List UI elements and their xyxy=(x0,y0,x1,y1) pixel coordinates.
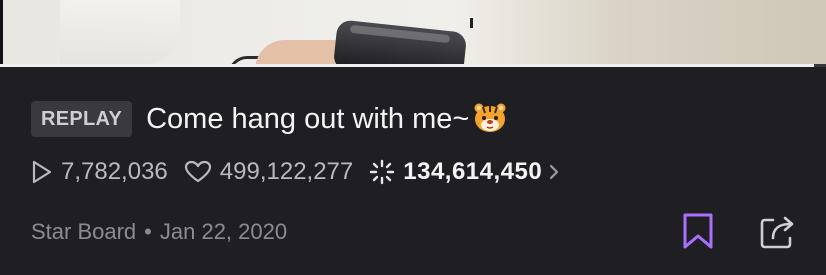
meta-separator: • xyxy=(144,219,152,244)
likes-stat: 499,122,277 xyxy=(184,158,353,186)
bookmark-icon[interactable] xyxy=(681,212,715,250)
video-content xyxy=(470,18,473,28)
tiger-face-icon xyxy=(474,103,506,132)
video-content xyxy=(60,0,180,66)
post-date: Jan 22, 2020 xyxy=(159,219,288,244)
share-icon[interactable] xyxy=(757,210,799,250)
video-progress-bar[interactable] xyxy=(0,64,826,67)
sparkles-stat[interactable]: 134,614,450 xyxy=(369,158,560,186)
video-player-frame[interactable] xyxy=(0,0,826,66)
plays-count: 7,782,036 xyxy=(61,158,168,185)
video-edge xyxy=(0,0,3,66)
plays-stat: 7,782,036 xyxy=(31,158,168,186)
likes-count: 499,122,277 xyxy=(219,158,354,185)
stream-title: Come hang out with me~ xyxy=(146,101,507,137)
video-progress-fill xyxy=(0,64,814,67)
heart-icon xyxy=(184,160,211,183)
title-row: REPLAY Come hang out with me~ xyxy=(31,101,507,137)
chevron-right-icon xyxy=(550,164,559,180)
play-icon xyxy=(32,160,52,184)
stats-row: 7,782,036 499,122,277 134,614,450 xyxy=(31,158,560,186)
sparkle-icon xyxy=(370,159,395,185)
board-name[interactable]: Star Board xyxy=(31,219,136,245)
stream-title-text: Come hang out with me~ xyxy=(146,103,470,135)
sparkles-count: 134,614,450 xyxy=(403,158,543,185)
replay-badge: REPLAY xyxy=(31,101,133,137)
meta-row: Star Board • Jan 22, 2020 xyxy=(31,219,287,245)
